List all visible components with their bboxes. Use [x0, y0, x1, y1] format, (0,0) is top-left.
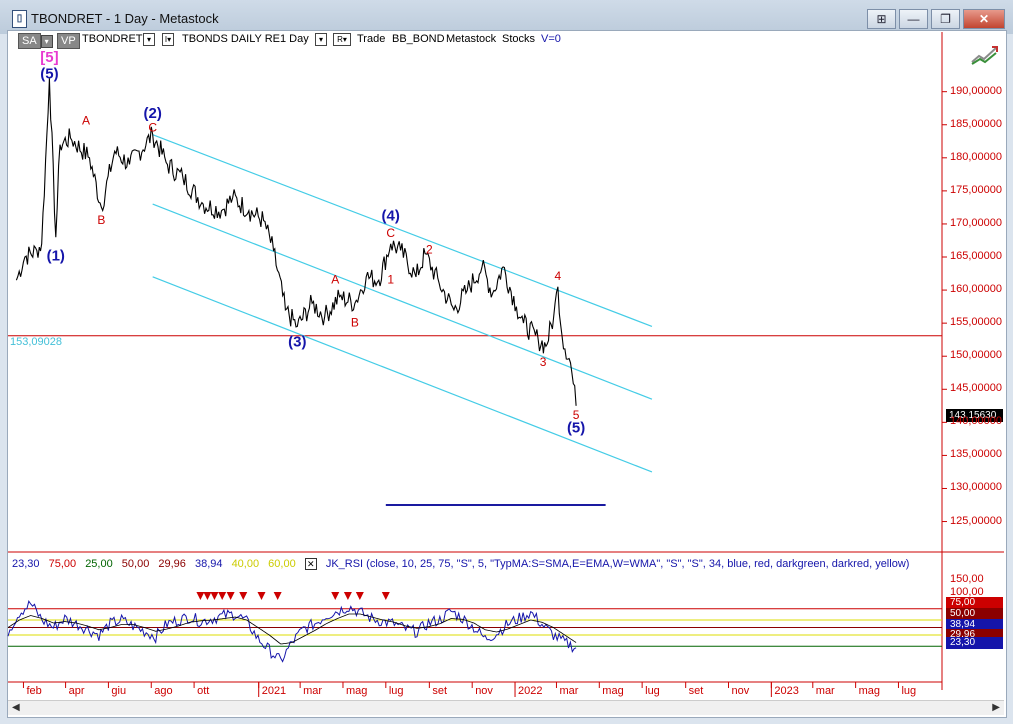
y-tick-label: 175,00000 — [950, 183, 1002, 196]
overbought-marker-icon — [273, 592, 282, 600]
rsi-line — [7, 599, 577, 663]
scroll-left-icon[interactable]: ◀ — [12, 702, 20, 713]
x-tick-label: set — [432, 685, 448, 697]
rsi-ma-line — [7, 613, 577, 645]
x-tick-label: mag — [858, 685, 881, 697]
rsi-value-7: 40,00 — [231, 558, 260, 570]
overbought-marker-icon — [257, 592, 266, 600]
wave-label[interactable]: A — [331, 272, 339, 286]
y-tick-label: 160,00000 — [950, 283, 1002, 296]
rsi-value-1: 23,30 — [12, 558, 40, 570]
y-tick-label: 180,00000 — [950, 150, 1002, 163]
overbought-marker-icon — [343, 592, 352, 600]
y-tick-label: 155,00000 — [950, 316, 1002, 329]
horizontal-line-label: 153,09028 — [10, 336, 62, 348]
y-tick-label: 145,00000 — [950, 382, 1002, 395]
wave-label[interactable]: (3) — [288, 333, 306, 350]
rsi-value-5: 29,96 — [158, 558, 186, 570]
rsi-value-tag: 23,30 — [946, 637, 1003, 649]
rsi-header: 23,30 75,00 25,00 50,00 29,96 38,94 40,0… — [12, 558, 915, 570]
wave-label[interactable]: C — [148, 120, 157, 134]
x-tick-label: mag — [602, 685, 624, 697]
trend-channel-line[interactable] — [152, 276, 653, 473]
y-tick-label: 190,00000 — [950, 84, 1002, 97]
x-tick-label: mar — [815, 685, 835, 697]
overbought-marker-icon — [218, 592, 227, 600]
y-tick-label: 130,00000 — [950, 481, 1002, 494]
y-tick-label: 170,00000 — [950, 216, 1002, 229]
rsi-value-2: 75,00 — [48, 558, 77, 570]
wave-label[interactable]: (4) — [382, 208, 400, 225]
y-tick-label: 165,00000 — [950, 250, 1002, 262]
x-tick-label: ago — [154, 685, 173, 697]
rsi-value-6: 38,94 — [194, 558, 223, 570]
wave-label[interactable]: [5] — [40, 49, 58, 66]
y-tick-label: 125,00000 — [950, 514, 1002, 527]
x-tick-label: apr — [68, 685, 85, 697]
x-tick-label: mar — [303, 685, 323, 697]
x-tick-label: giu — [111, 685, 127, 697]
overbought-marker-icon — [203, 592, 212, 600]
y-tick-label: 150,00000 — [950, 349, 1002, 362]
wave-label[interactable]: 4 — [555, 269, 562, 283]
wave-label[interactable]: B — [97, 213, 105, 227]
overbought-marker-icon — [331, 592, 340, 600]
rsi-close-icon[interactable]: ✕ — [304, 558, 317, 570]
wave-label[interactable]: 3 — [540, 355, 547, 369]
overbought-marker-icon — [226, 592, 235, 600]
price-series-line — [15, 78, 577, 406]
x-tick-label: mag — [345, 685, 368, 697]
rsi-value-4: 50,00 — [121, 558, 150, 570]
overbought-marker-icon — [381, 592, 390, 600]
horizontal-scrollbar[interactable]: ◀ ▶ — [8, 700, 1004, 715]
x-tick-label: 2021 — [261, 685, 287, 697]
overbought-marker-icon — [239, 592, 248, 600]
rsi-value-8: 60,00 — [268, 558, 296, 570]
wave-label[interactable]: 1 — [387, 272, 394, 286]
x-tick-label: mar — [559, 685, 579, 697]
rsi-axis-label: 150,00 — [950, 573, 984, 585]
y-tick-label: 140,00000 — [950, 415, 1002, 428]
x-tick-label: nov — [475, 685, 493, 697]
overbought-marker-icon — [355, 592, 364, 600]
y-tick-label: 185,00000 — [950, 117, 1002, 130]
wave-label[interactable]: 2 — [426, 243, 433, 257]
x-tick-label: lug — [901, 685, 917, 697]
wave-label[interactable]: A — [82, 114, 90, 128]
x-tick-label: feb — [26, 685, 42, 697]
y-tick-label: 135,00000 — [950, 448, 1002, 461]
x-tick-label: 2022 — [518, 685, 543, 697]
rsi-formula: JK_RSI (close, 10, 25, 75, "S", 5, "TypM… — [325, 558, 910, 570]
rsi-value-3: 25,00 — [85, 558, 113, 570]
x-tick-label: 2023 — [774, 685, 799, 697]
x-tick-label: lug — [645, 685, 660, 697]
price-chart[interactable]: [5](5)(1)AB(2)C(3)AB(4)C12345(5) — [0, 0, 1013, 724]
x-tick-label: nov — [731, 685, 750, 697]
wave-label[interactable]: C — [386, 226, 395, 240]
wave-label[interactable]: (5) — [567, 419, 585, 436]
x-tick-label: set — [688, 685, 704, 697]
overbought-marker-icon — [196, 592, 205, 600]
wave-label[interactable]: (1) — [47, 247, 65, 264]
overbought-marker-icon — [210, 592, 219, 600]
wave-label[interactable]: B — [351, 315, 359, 329]
scroll-right-icon[interactable]: ▶ — [992, 702, 1000, 713]
x-tick-label: lug — [388, 685, 404, 697]
trend-channel-line[interactable] — [152, 203, 653, 400]
wave-label[interactable]: (5) — [40, 65, 58, 82]
x-tick-label: ott — [197, 685, 210, 697]
trend-channel-line[interactable] — [152, 134, 653, 328]
